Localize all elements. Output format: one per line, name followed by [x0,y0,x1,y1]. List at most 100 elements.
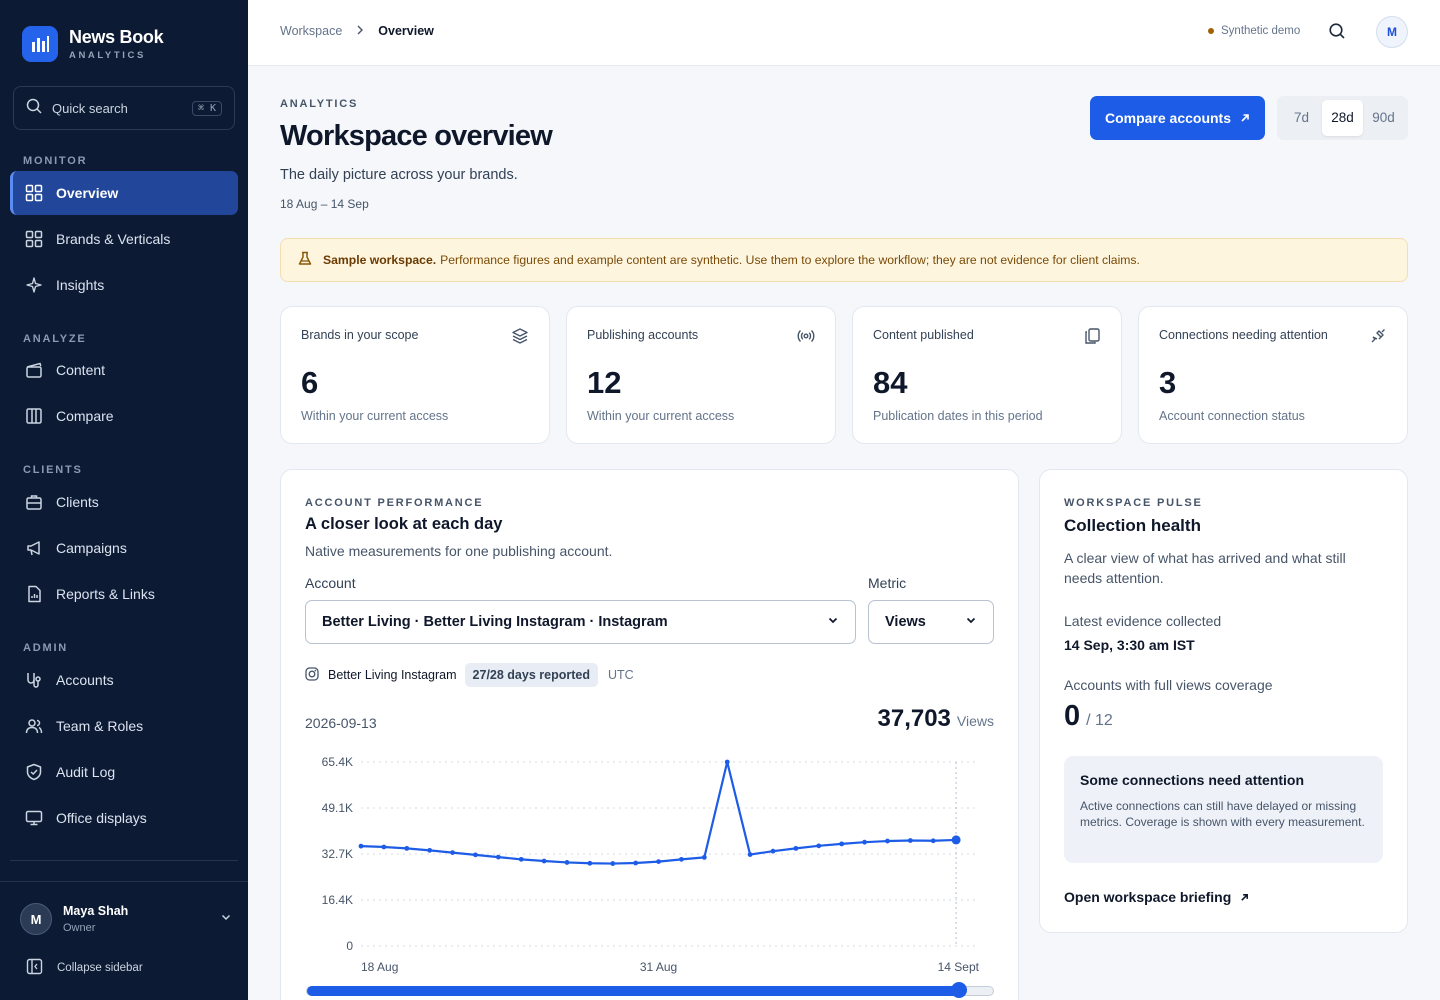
search-icon [1328,23,1346,44]
stat-value: 6 [301,365,319,400]
stat-label: Brands in your scope [301,328,419,342]
data-point [358,843,364,849]
demo-badge: Synthetic demo [1208,25,1300,37]
days-reported-badge: 27/28 days reported [464,663,598,687]
quick-search[interactable]: Quick search ⌘ K [13,86,235,130]
sparkles-icon [24,275,44,295]
stat-note: Within your current access [301,409,449,423]
sidebar-item-compare[interactable]: Compare [10,394,238,438]
file-chart-icon [24,584,44,604]
topbar: Workspace Overview Synthetic demo M [248,0,1440,66]
sidebar-footer-divider [0,881,248,882]
data-point [656,859,661,864]
avatar: M [20,903,52,935]
sidebar-item-label: Reports & Links [56,586,155,602]
briefcase-icon [24,492,44,512]
chevron-right-icon [356,24,364,38]
views-line-chart[interactable]: 65.4K 49.1K 32.7K 16.4K 0 18 Aug 31 Aug 14 Sept [281,750,1018,980]
attention-body: Active connections can still have delaye… [1080,799,1365,829]
timezone-label: UTC [607,668,634,682]
sidebar-item-label: Clients [56,494,99,510]
range-selector: 7d 28d 90d [1277,96,1408,140]
stat-card-connections: Connections needing attention 3 Account … [1138,306,1408,444]
avatar[interactable]: M [1376,16,1408,48]
selected-date: 2026-09-13 [305,715,377,731]
broadcast-icon [797,327,815,350]
slider-thumb[interactable] [950,982,967,998]
data-point [930,838,936,844]
arrow-up-right-icon [1240,110,1250,126]
stat-label: Content published [873,328,974,342]
sidebar-item-reports[interactable]: Reports & Links [10,572,238,616]
section-admin: ADMIN [23,642,69,654]
breadcrumb: Workspace Overview [280,24,434,38]
data-point [839,841,845,847]
stat-value: 3 [1159,365,1177,400]
data-point [541,858,547,864]
coverage-den: / 12 [1086,712,1113,729]
sidebar-item-accounts[interactable]: Accounts [10,658,238,702]
data-point [679,856,684,862]
range-90d[interactable]: 90d [1363,100,1404,136]
data-point [793,845,799,851]
account-meta: Better Living Instagram 27/28 days repor… [305,663,634,687]
range-28d[interactable]: 28d [1322,100,1363,136]
x-tick-label: 14 Sept [938,960,980,974]
sidebar-item-overview[interactable]: Overview [10,171,238,215]
collapse-sidebar-button[interactable]: Collapse sidebar [26,958,143,978]
compare-accounts-label: Compare accounts [1104,110,1232,126]
brand[interactable]: News Book ANALYTICS [22,26,164,62]
sidebar-item-label: Compare [56,408,114,424]
selected-value-number: 37,703 [877,705,951,732]
sidebar-item-displays[interactable]: Office displays [10,796,238,840]
chevron-down-icon [827,614,839,630]
shortcut-badge: ⌘ K [191,100,222,116]
brand-logo-icon [22,26,58,62]
sidebar-item-content[interactable]: Content [10,348,238,392]
sidebar-item-campaigns[interactable]: Campaigns [10,526,238,570]
metric-select[interactable]: Views [868,600,994,644]
sidebar-item-label: Accounts [56,672,114,688]
compare-accounts-button[interactable]: Compare accounts [1090,96,1265,140]
account-label: Account [305,575,356,591]
open-briefing-link[interactable]: Open workspace briefing [1064,889,1249,905]
user-menu[interactable]: M Maya Shah Owner [20,903,232,935]
data-point [747,852,753,857]
breadcrumb-current: Overview [378,24,434,38]
stat-note: Publication dates in this period [873,409,1043,423]
search-button[interactable] [1328,22,1346,45]
workspace-pulse-card: WORKSPACE PULSE Collection health A clea… [1039,469,1408,933]
stat-label: Connections needing attention [1159,328,1328,342]
data-point [862,839,867,845]
sidebar-item-audit[interactable]: Audit Log [10,750,238,794]
notice-bold: Sample workspace. [323,253,437,267]
page-subtitle: The daily picture across your brands. [280,167,518,183]
grid-icon [24,183,44,203]
coverage-label: Accounts with full views coverage [1064,677,1273,693]
series-line [360,760,957,865]
attention-callout: Some connections need attention Active c… [1064,756,1383,863]
sidebar-item-insights[interactable]: Insights [10,263,238,307]
coverage-num: 0 [1064,700,1081,732]
sidebar-item-label: Office displays [56,810,147,826]
sidebar-item-label: Team & Roles [56,718,144,734]
date-range-slider[interactable] [306,982,994,998]
sidebar-item-clients[interactable]: Clients [10,480,238,524]
data-point [587,860,593,866]
card-title: Collection health [1064,516,1201,535]
account-select[interactable]: Better Living · Better Living Instagram … [305,600,856,644]
range-7d[interactable]: 7d [1281,100,1322,136]
user-role: Owner [63,922,96,934]
sidebar-item-brands[interactable]: Brands & Verticals [10,217,238,261]
stat-card-accounts: Publishing accounts 12 Within your curre… [566,306,836,444]
breadcrumb-workspace[interactable]: Workspace [280,24,342,38]
sidebar-item-team[interactable]: Team & Roles [10,704,238,748]
stat-card-content: Content published 84 Publication dates i… [852,306,1122,444]
unplug-icon [1369,327,1387,350]
sample-workspace-notice: Sample workspace. Performance figures an… [280,238,1408,282]
coverage-value: 0 / 12 [1064,700,1113,733]
attention-title: Some connections need attention [1080,772,1305,788]
flask-icon [298,251,312,269]
instagram-icon [305,666,319,684]
data-point [450,850,455,855]
